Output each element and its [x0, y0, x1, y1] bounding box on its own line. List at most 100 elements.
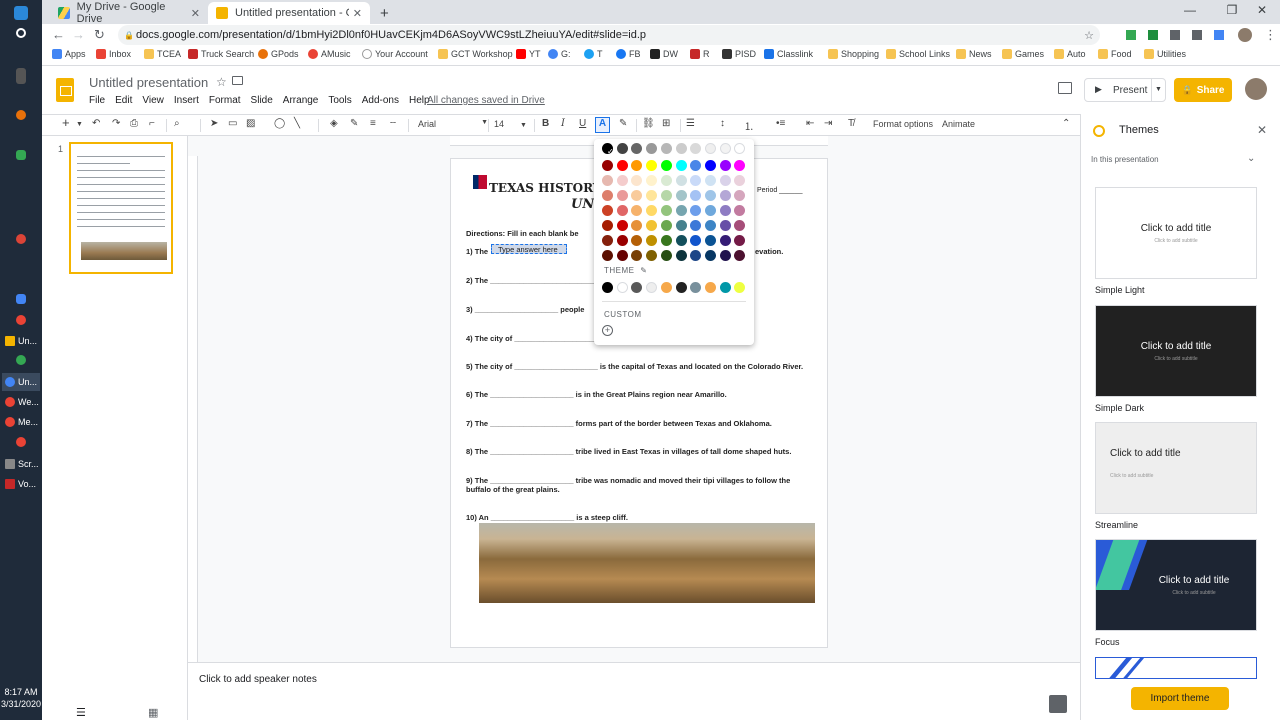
bookmark[interactable]: DW — [650, 49, 678, 59]
print-icon[interactable]: ⎙ — [130, 118, 138, 129]
color-swatch[interactable] — [660, 235, 672, 246]
color-swatch[interactable] — [675, 235, 687, 246]
color-swatch[interactable] — [631, 175, 643, 186]
new-slide-icon[interactable]: + — [62, 115, 70, 130]
text-box-icon[interactable]: ▭ — [228, 118, 237, 129]
move-to-folder-icon[interactable] — [232, 76, 243, 85]
close-icon[interactable]: ✕ — [1257, 123, 1267, 137]
color-swatch[interactable] — [660, 190, 672, 201]
comments-icon[interactable] — [1058, 82, 1072, 94]
color-swatch[interactable] — [616, 235, 628, 246]
fill-color-icon[interactable]: ◈ — [330, 118, 338, 129]
theme-card-focus[interactable]: Click to add title Click to add subtitle — [1095, 539, 1257, 631]
color-swatch[interactable] — [734, 205, 746, 216]
border-weight-icon[interactable]: ≡ — [370, 118, 376, 129]
color-swatch[interactable] — [719, 143, 731, 154]
theme-card-simple-dark[interactable]: Click to add title Click to add subtitle — [1095, 305, 1257, 397]
highlight-color-icon[interactable]: ✎ — [619, 118, 627, 129]
color-swatch[interactable] — [690, 235, 702, 246]
bookmark[interactable]: Classlink — [764, 49, 813, 59]
color-swatch[interactable] — [719, 190, 731, 201]
bookmark[interactable]: GCT Workshop — [438, 49, 513, 59]
color-swatch[interactable] — [616, 143, 628, 154]
close-icon[interactable]: ✕ — [353, 7, 362, 20]
system-clock[interactable]: 8:17 AM 3/31/2020 — [0, 686, 42, 710]
landscape-photo[interactable] — [479, 523, 815, 603]
color-swatch[interactable] — [675, 143, 687, 154]
theme-color-swatch[interactable] — [646, 282, 658, 293]
menu-tools[interactable]: Tools — [328, 95, 351, 106]
explore-icon[interactable] — [1049, 695, 1067, 713]
color-swatch[interactable] — [734, 220, 746, 231]
link-icon[interactable]: ⛓ — [642, 118, 655, 129]
theme-color-swatch[interactable] — [719, 282, 731, 293]
color-swatch[interactable] — [616, 160, 628, 171]
color-swatch[interactable] — [734, 235, 746, 246]
color-swatch[interactable] — [631, 250, 643, 261]
color-swatch[interactable] — [719, 175, 731, 186]
star-icon[interactable]: ☆ — [216, 75, 227, 89]
windows-start-icon[interactable] — [14, 6, 28, 20]
bookmark[interactable]: R — [690, 49, 710, 59]
italic-icon[interactable]: I — [561, 118, 565, 129]
speaker-notes-placeholder[interactable]: Click to add speaker notes — [199, 674, 317, 685]
extension-icon[interactable] — [1148, 30, 1158, 40]
bookmark[interactable]: AMusic — [308, 49, 351, 59]
color-swatch[interactable] — [646, 235, 658, 246]
bookmark[interactable]: PISD — [722, 49, 756, 59]
text-color-icon[interactable]: A — [595, 117, 610, 133]
color-swatch[interactable] — [704, 175, 716, 186]
bookmark[interactable]: Shopping — [828, 49, 879, 59]
back-icon[interactable]: ← — [52, 27, 65, 42]
taskbar-item[interactable]: We... — [2, 393, 40, 411]
color-swatch[interactable] — [690, 175, 702, 186]
color-swatch[interactable] — [704, 250, 716, 261]
color-swatch[interactable] — [646, 250, 658, 261]
bookmark[interactable]: Apps — [52, 49, 86, 59]
color-swatch[interactable] — [675, 190, 687, 201]
taskbar-item[interactable]: Un... — [2, 373, 40, 391]
font-size-select[interactable]: 14 ▼ — [494, 119, 527, 129]
color-swatch[interactable] — [602, 205, 613, 216]
add-custom-color-icon[interactable]: + — [602, 325, 613, 336]
theme-color-swatch[interactable] — [631, 282, 643, 293]
color-swatch[interactable] — [690, 160, 702, 171]
color-swatch[interactable] — [602, 250, 613, 261]
slide-thumbnail[interactable] — [69, 142, 173, 274]
account-avatar[interactable] — [1245, 78, 1267, 100]
theme-card-simple-light[interactable]: Click to add title Click to add subtitle — [1095, 187, 1257, 279]
bookmark[interactable]: Food — [1098, 49, 1132, 59]
color-swatch[interactable] — [675, 205, 687, 216]
present-options-dropdown[interactable]: ▼ — [1151, 79, 1165, 101]
bookmark[interactable]: Your Account — [362, 49, 428, 59]
color-swatch[interactable] — [704, 190, 716, 201]
browser-tab[interactable]: Untitled presentation - Google S ✕ — [208, 2, 370, 24]
color-swatch[interactable] — [631, 235, 643, 246]
color-swatch[interactable] — [660, 205, 672, 216]
save-status[interactable]: All changes saved in Drive — [427, 95, 545, 106]
browser-tab[interactable]: My Drive - Google Drive ✕ — [50, 1, 208, 25]
close-window-icon[interactable]: ✕ — [1242, 3, 1280, 17]
bookmark[interactable]: TCEA — [144, 49, 181, 59]
bookmark[interactable]: Auto — [1054, 49, 1086, 59]
more-icon[interactable]: ⋮ — [1264, 27, 1277, 43]
color-swatch[interactable] — [690, 190, 702, 201]
color-swatch[interactable] — [631, 143, 643, 154]
color-swatch[interactable] — [734, 190, 746, 201]
address-bar[interactable]: 🔒 docs.google.com/presentation/d/1bmHyi2… — [118, 25, 1100, 45]
vertical-ruler[interactable] — [188, 156, 198, 662]
color-swatch[interactable] — [719, 250, 731, 261]
color-swatch[interactable] — [690, 220, 702, 231]
taskbar-item[interactable]: Me... — [2, 413, 40, 431]
clear-formatting-icon[interactable]: T̸ — [848, 118, 854, 129]
color-swatch[interactable] — [704, 235, 716, 246]
color-swatch[interactable] — [616, 190, 628, 201]
app-icon[interactable] — [16, 110, 26, 120]
color-swatch[interactable] — [646, 205, 658, 216]
answer-text-box[interactable]: Type answer here — [491, 244, 567, 254]
bookmark[interactable]: Games — [1002, 49, 1044, 59]
decrease-indent-icon[interactable]: ⇤ — [806, 118, 814, 129]
theme-color-swatch[interactable] — [675, 282, 687, 293]
redo-icon[interactable]: ↷ — [112, 118, 120, 129]
extension-icon[interactable] — [1126, 30, 1136, 40]
